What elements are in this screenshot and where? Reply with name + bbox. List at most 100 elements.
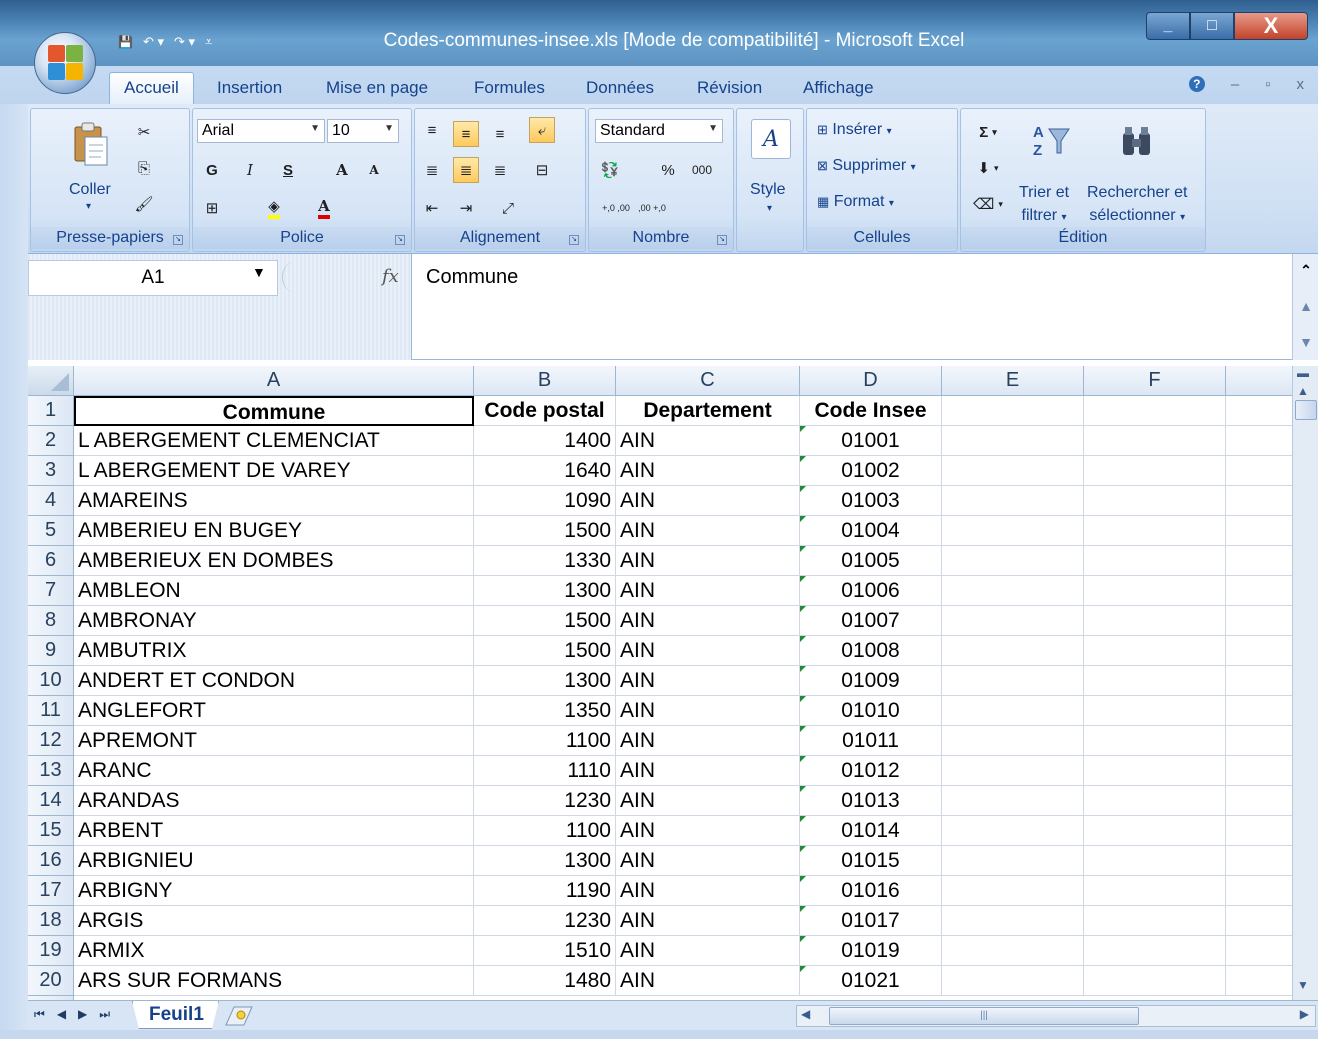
table-cell[interactable] [1226, 516, 1292, 546]
tab-insertion[interactable]: Insertion [217, 78, 282, 98]
departement-cell[interactable]: AIN [616, 936, 800, 966]
commune-cell[interactable]: ANGLEFORT [74, 696, 474, 726]
code-postal-cell[interactable]: 1090 [474, 486, 616, 516]
code-postal-cell[interactable]: 1500 [474, 636, 616, 666]
name-box[interactable]: A1 [28, 260, 278, 296]
departement-cell[interactable]: AIN [616, 666, 800, 696]
departement-cell[interactable]: AIN [616, 846, 800, 876]
format-painter-icon[interactable]: 🖌 [131, 191, 157, 217]
table-cell[interactable] [942, 456, 1084, 486]
departement-cell[interactable]: AIN [616, 426, 800, 456]
commune-cell[interactable]: AMAREINS [74, 486, 474, 516]
close-button[interactable]: X [1234, 12, 1308, 40]
style-icon[interactable]: A [751, 119, 791, 159]
code-insee-cell[interactable]: 01002 [800, 456, 942, 486]
maximize-button[interactable]: □ [1190, 12, 1234, 40]
row-header[interactable]: 20 [28, 966, 74, 996]
row-header[interactable]: 19 [28, 936, 74, 966]
paste-icon[interactable] [71, 119, 111, 169]
help-icon[interactable]: ? [1188, 76, 1205, 92]
table-cell[interactable] [1084, 966, 1226, 996]
table-cell[interactable] [942, 696, 1084, 726]
column-header-f[interactable]: F [1084, 366, 1226, 396]
orientation-icon[interactable]: ⤢ [495, 195, 521, 221]
table-cell[interactable] [942, 636, 1084, 666]
row-header[interactable]: 15 [28, 816, 74, 846]
code-insee-cell[interactable]: 01008 [800, 636, 942, 666]
table-cell[interactable] [1226, 666, 1292, 696]
table-cell[interactable] [942, 816, 1084, 846]
prev-sheet-icon[interactable]: ◀ [57, 1007, 66, 1022]
table-cell[interactable] [1084, 636, 1226, 666]
minimize-button[interactable]: _ [1146, 12, 1190, 40]
table-cell[interactable] [942, 906, 1084, 936]
clear-icon[interactable]: ⌫ ▾ [971, 191, 1005, 217]
code-insee-cell[interactable]: 01015 [800, 846, 942, 876]
style-button[interactable]: Style [750, 181, 786, 199]
alignment-launcher-icon[interactable]: ↘ [569, 235, 579, 245]
horizontal-scrollbar[interactable]: ◀ ||| ▶ [796, 1005, 1316, 1027]
departement-cell[interactable]: AIN [616, 486, 800, 516]
split-handle-icon[interactable]: ▬ [1297, 366, 1309, 380]
code-postal-cell[interactable]: 1230 [474, 906, 616, 936]
code-insee-cell[interactable]: 01016 [800, 876, 942, 906]
table-cell[interactable] [1226, 756, 1292, 786]
shrink-font-button[interactable]: A [361, 157, 387, 183]
header-cell[interactable]: Departement [616, 396, 800, 426]
copy-icon[interactable]: ⎘ [131, 155, 157, 181]
table-cell[interactable] [942, 546, 1084, 576]
commune-cell[interactable]: ARS SUR FORMANS [74, 966, 474, 996]
table-cell[interactable] [1226, 816, 1292, 846]
code-insee-cell[interactable]: 01013 [800, 786, 942, 816]
table-cell[interactable] [942, 486, 1084, 516]
column-header-b[interactable]: B [474, 366, 616, 396]
table-cell[interactable] [1084, 456, 1226, 486]
scroll-up-icon[interactable]: ▲ [1296, 298, 1316, 314]
table-cell[interactable] [1226, 606, 1292, 636]
commune-cell[interactable]: L ABERGEMENT CLEMENCIAT [74, 426, 474, 456]
wrap-text-icon[interactable]: ⤶ [529, 117, 555, 143]
code-insee-cell[interactable]: 01007 [800, 606, 942, 636]
grow-font-button[interactable]: A [329, 157, 355, 183]
code-insee-cell[interactable]: 01011 [800, 726, 942, 756]
borders-icon[interactable]: ⊞ [199, 195, 225, 221]
table-cell[interactable] [942, 576, 1084, 606]
table-cell[interactable] [1084, 516, 1226, 546]
table-cell[interactable] [1226, 396, 1292, 426]
insert-sheet-icon[interactable] [224, 1005, 264, 1029]
code-postal-cell[interactable]: 1500 [474, 606, 616, 636]
table-cell[interactable] [1226, 726, 1292, 756]
code-insee-cell[interactable]: 01014 [800, 816, 942, 846]
table-cell[interactable] [942, 846, 1084, 876]
align-bottom-icon[interactable]: ≡ [487, 121, 513, 147]
insert-cells-button[interactable]: ⊞ Insérer ▾ [817, 121, 892, 139]
scroll-down-icon[interactable]: ▼ [1296, 334, 1316, 350]
tab-accueil[interactable]: Accueil [109, 72, 194, 106]
departement-cell[interactable]: AIN [616, 516, 800, 546]
code-insee-cell[interactable]: 01021 [800, 966, 942, 996]
commune-cell[interactable]: ARANDAS [74, 786, 474, 816]
table-cell[interactable] [1226, 696, 1292, 726]
code-postal-cell[interactable]: 1330 [474, 546, 616, 576]
tab-revision[interactable]: Révision [697, 78, 762, 98]
code-insee-cell[interactable]: 01009 [800, 666, 942, 696]
vertical-scrollbar[interactable]: ▬ ▲ ▼ [1292, 366, 1318, 1000]
merge-center-icon[interactable]: ⊟ [529, 157, 555, 183]
table-cell[interactable] [942, 786, 1084, 816]
code-insee-cell[interactable]: 01006 [800, 576, 942, 606]
paste-button[interactable]: Coller [69, 181, 111, 199]
code-insee-cell[interactable]: 01005 [800, 546, 942, 576]
table-cell[interactable] [1084, 726, 1226, 756]
commune-cell[interactable]: ARANC [74, 756, 474, 786]
format-cells-button[interactable]: ▦ Format ▾ [817, 193, 894, 211]
last-sheet-icon[interactable]: ⏭ [99, 1007, 110, 1022]
row-header[interactable]: 11 [28, 696, 74, 726]
find-select-button[interactable]: Rechercher et sélectionner ▾ [1087, 181, 1188, 229]
currency-icon[interactable]: 💱 [597, 157, 623, 183]
next-sheet-icon[interactable]: ▶ [78, 1007, 87, 1022]
number-format-select[interactable]: Standard ▼ [595, 119, 723, 143]
code-insee-cell[interactable]: 01019 [800, 936, 942, 966]
formula-input[interactable]: Commune [426, 266, 518, 289]
commune-cell[interactable]: ANDERT ET CONDON [74, 666, 474, 696]
column-header-c[interactable]: C [616, 366, 800, 396]
